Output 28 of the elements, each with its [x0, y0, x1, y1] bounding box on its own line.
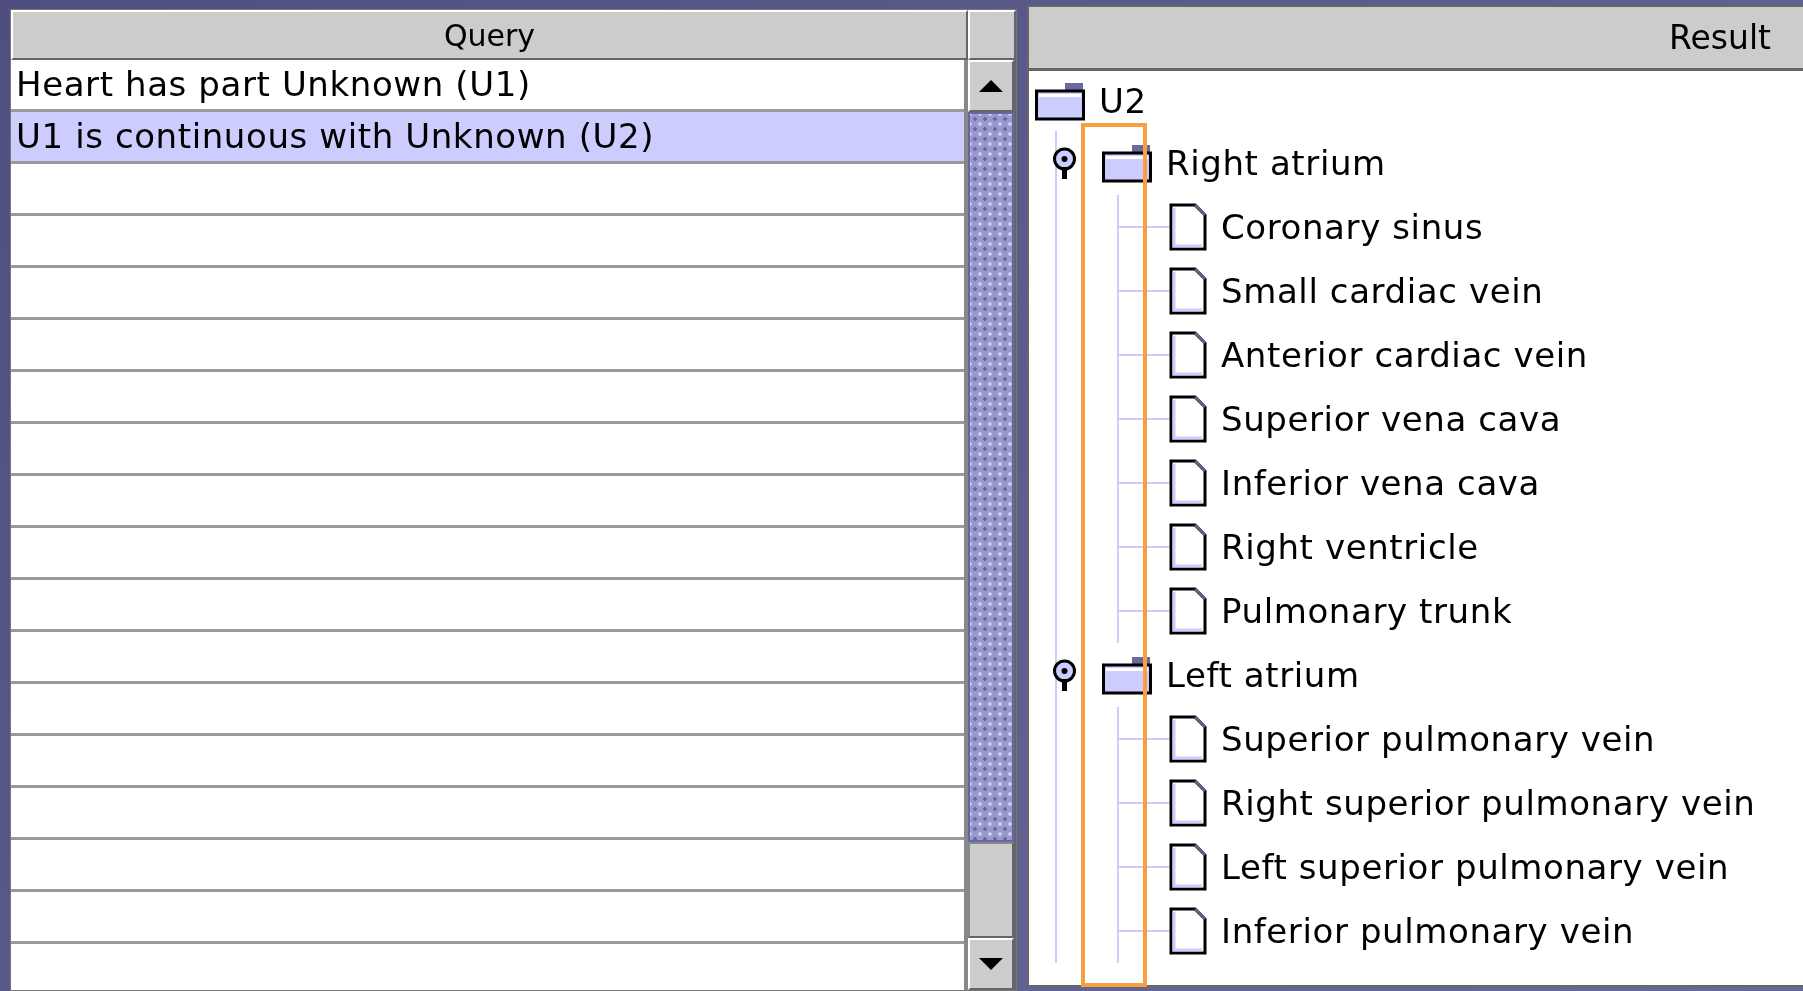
tree-item-label[interactable]: Small cardiac vein: [1221, 271, 1544, 311]
expand-handle-icon[interactable]: [1052, 147, 1077, 179]
expand-handle-icon[interactable]: [1052, 659, 1077, 691]
scroll-up-button[interactable]: [968, 60, 1014, 112]
tree-item-label[interactable]: Right ventricle: [1221, 527, 1479, 567]
query-row[interactable]: U1 is continuous with Unknown (U2): [11, 112, 964, 164]
tree-item-label[interactable]: Coronary sinus: [1221, 207, 1484, 247]
up-arrow-icon: [978, 79, 1004, 93]
column-header[interactable]: Result: [1029, 7, 1803, 71]
tree-item-label[interactable]: Superior vena cava: [1221, 399, 1562, 439]
tree-item-label[interactable]: Superior pulmonary vein: [1221, 719, 1656, 759]
scroll-down-button[interactable]: [968, 938, 1014, 990]
tree-item-label[interactable]: Left superior pulmonary vein: [1221, 847, 1730, 887]
folder-icon: [1035, 81, 1085, 121]
tree-item-label[interactable]: Inferior pulmonary vein: [1221, 911, 1635, 951]
tree-item-label[interactable]: Right atrium: [1166, 143, 1386, 183]
down-arrow-icon: [978, 957, 1004, 971]
tree-item-label[interactable]: U2: [1099, 81, 1147, 121]
folder-icon: [1102, 655, 1152, 695]
tree-item-label[interactable]: Pulmonary trunk: [1221, 591, 1513, 631]
folder-icon: [1102, 143, 1152, 183]
tree-item-label[interactable]: Inferior vena cava: [1221, 463, 1540, 503]
tree-item-label[interactable]: Left atrium: [1166, 655, 1360, 695]
tree-item-label[interactable]: Anterior cardiac vein: [1221, 335, 1588, 375]
tree-item-label[interactable]: Right superior pulmonary vein: [1221, 783, 1756, 823]
column-header[interactable]: Query: [11, 10, 968, 60]
scroll-thumb[interactable]: [968, 112, 1014, 842]
scrollbar[interactable]: [964, 60, 1016, 990]
